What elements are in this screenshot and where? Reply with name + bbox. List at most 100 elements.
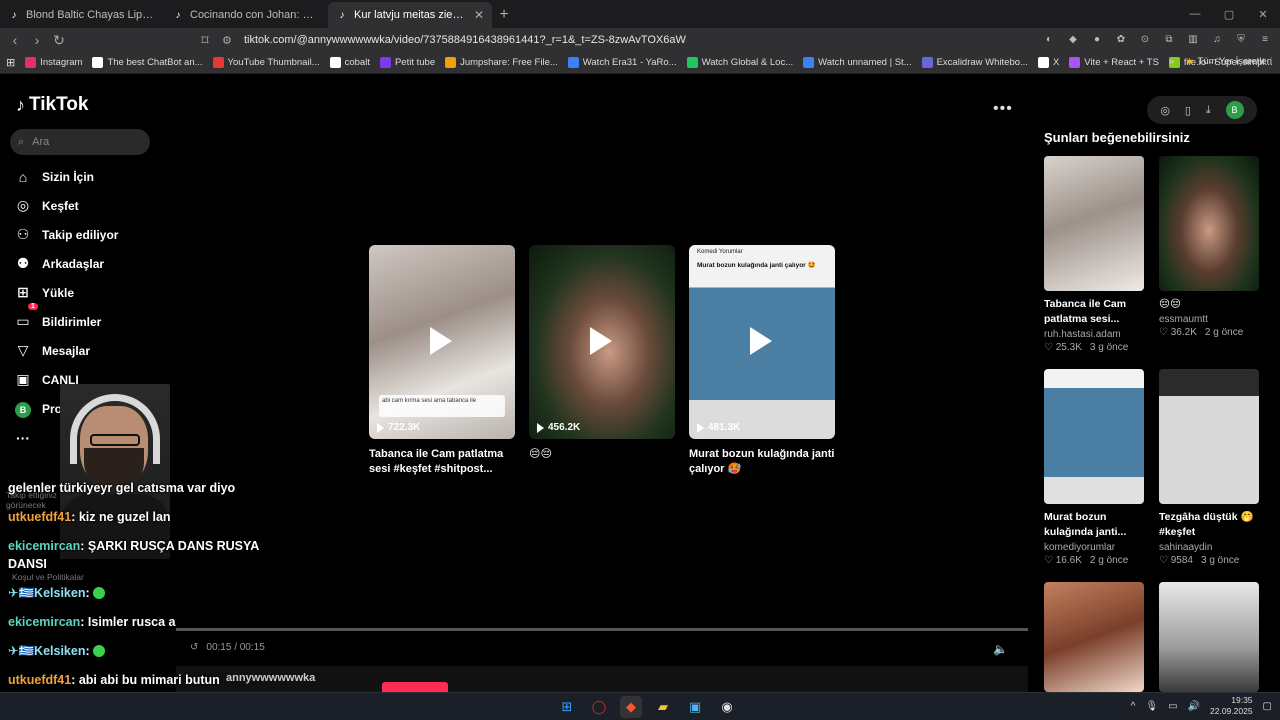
bookmark[interactable]: The best ChatBot an... — [92, 57, 203, 68]
browser-tab-active[interactable]: ♪ Kur latvju meitas zied #pex #pex ✕ — [328, 2, 492, 28]
recommended-title: Tezgâha düştük 🤭 #keşfet — [1159, 511, 1254, 538]
maximize-button[interactable]: ▢ — [1212, 0, 1246, 28]
bookmark[interactable]: Watch Era31 - YaRo... — [567, 57, 677, 68]
bookmark[interactable]: Petit tube — [379, 57, 435, 68]
site-info-icon[interactable]: ⚙ — [222, 34, 238, 47]
address-bar[interactable]: ⚙ tiktok.com/@annywwwwwwka/video/7375884… — [222, 30, 942, 50]
sidebar-icon[interactable]: ▥ — [1184, 30, 1202, 48]
wallet-icon[interactable]: ⛨ — [1232, 30, 1250, 48]
recommended-user[interactable]: sahinaaydin — [1159, 542, 1259, 553]
follow-button[interactable] — [382, 682, 448, 692]
video-progress-bar[interactable] — [176, 628, 1028, 631]
recommended-user[interactable]: komediyorumlar — [1044, 542, 1144, 553]
sidebar-item-friends[interactable]: ⚉ Arkadaşlar — [14, 249, 118, 278]
video-title[interactable]: Murat bozun kulağında janti çalıyor 🥵 — [689, 447, 835, 477]
bookmark[interactable]: Watch unnamed | St... — [803, 57, 912, 68]
recommended-video[interactable] — [1044, 582, 1144, 692]
recommended-user[interactable]: ruh.hastasi.adam — [1044, 329, 1144, 340]
minimize-button[interactable]: — — [1178, 0, 1212, 28]
view-count-text: 722.3K — [388, 422, 421, 433]
close-tab-icon[interactable]: ✕ — [474, 8, 484, 22]
notification-icon[interactable]: ▢ — [1263, 701, 1272, 712]
close-window-button[interactable]: ✕ — [1246, 0, 1280, 28]
video-thumbnail[interactable]: Komedi Yorumlar Murat bozun kulağında ja… — [689, 245, 835, 439]
music-icon[interactable]: ♫ — [1208, 30, 1226, 48]
recommended-thumbnail[interactable] — [1044, 156, 1144, 291]
volume-icon[interactable]: 🔊 — [1188, 701, 1200, 712]
bookmark[interactable]: cobalt — [329, 57, 370, 68]
desktop-app-icon[interactable]: ▣ — [684, 696, 706, 718]
back-button[interactable]: ‹ — [4, 29, 26, 51]
chevron-up-icon[interactable]: ^ — [1131, 701, 1136, 712]
tiktok-logo[interactable]: ♪ TikTok — [16, 94, 88, 116]
search-input[interactable]: ⌕ Ara — [10, 129, 150, 155]
windows-start-icon[interactable]: ⊞ — [556, 696, 578, 718]
recommended-thumbnail[interactable] — [1159, 582, 1259, 692]
bookmark[interactable]: X — [1037, 57, 1059, 68]
more-bookmarks-icon[interactable]: » — [1169, 56, 1174, 67]
system-tray: ^ 🎙 ▭ 🔊 19:35 22.09.2025 ▢ — [1131, 695, 1272, 717]
new-tab-button[interactable]: + — [492, 2, 516, 28]
sidebar-item-following[interactable]: ⚇ Takip ediliyor — [14, 220, 119, 249]
video-title[interactable]: Tabanca ile Cam patlatma sesi #keşfet #s… — [369, 447, 515, 477]
bookmark[interactable]: Excalidraw Whitebo... — [921, 57, 1028, 68]
bookmark[interactable]: YouTube Thumbnail... — [212, 57, 320, 68]
play-icon[interactable] — [750, 327, 772, 355]
bookmark[interactable]: Watch Global & Loc... — [686, 57, 793, 68]
recommended-thumbnail[interactable] — [1159, 369, 1259, 504]
phone-icon[interactable]: ▯ — [1185, 104, 1191, 117]
brave-browser-icon[interactable]: ◆ — [620, 696, 642, 718]
reload-button[interactable]: ↻ — [48, 29, 70, 51]
sidebar-item-messages[interactable]: ▽ Mesajlar — [14, 336, 118, 365]
browser-tab[interactable]: ♪ Cocinando con Johan: Recetas para — [164, 2, 328, 28]
all-bookmarks-folder[interactable]: ▰ Tüm Yer İşaretleri — [1186, 56, 1272, 67]
recommended-video[interactable] — [1159, 582, 1259, 692]
extension-icon[interactable]: ✿ — [1112, 30, 1130, 48]
play-icon[interactable] — [430, 327, 452, 355]
browser-tab[interactable]: ♪ Blond Baltic Chayas Lip Sync Glamour — [0, 2, 164, 28]
bookmark[interactable]: Instagram — [25, 57, 82, 68]
recommended-thumbnail[interactable] — [1044, 369, 1144, 504]
recommended-video[interactable]: 😔😔 essmaumtt ♡ 36.2K 2 g önce — [1159, 156, 1259, 338]
bookmark-page-icon[interactable]: ⌑ — [194, 29, 216, 51]
sidebar-item-notifications[interactable]: ▭ 1 Bildirimler — [14, 303, 118, 336]
display-icon[interactable]: ▭ — [1168, 701, 1177, 712]
recommended-thumbnail[interactable] — [1159, 156, 1259, 291]
recommended-thumbnail[interactable] — [1044, 582, 1144, 692]
apps-icon[interactable]: ⊞ — [6, 56, 15, 69]
sidebar-item-explore[interactable]: ◎ Keşfet — [14, 191, 118, 220]
extension-icon[interactable]: ◐ — [1040, 30, 1058, 48]
bookmark[interactable]: Jumpshare: Free File... — [445, 57, 558, 68]
video-thumbnail[interactable]: 456.2K — [529, 245, 675, 439]
play-icon[interactable] — [590, 327, 612, 355]
extension-icon[interactable]: ⊙ — [1136, 30, 1154, 48]
recommended-video[interactable]: Tabanca ile Cam patlatma sesi... ruh.has… — [1044, 156, 1144, 353]
microphone-icon[interactable]: 🎙 — [1145, 701, 1158, 712]
avatar[interactable]: B — [1225, 101, 1244, 119]
forward-button[interactable]: › — [26, 29, 48, 51]
video-thumbnail[interactable]: abi cam kırma sesi ama tabanca ile 722.3… — [369, 245, 515, 439]
recommended-video[interactable]: Murat bozun kulağında janti... komediyor… — [1044, 369, 1144, 566]
obs-icon[interactable]: ◉ — [716, 696, 738, 718]
video-card[interactable]: Komedi Yorumlar Murat bozun kulağında ja… — [689, 245, 835, 477]
video-title[interactable]: 😔😔 — [529, 447, 675, 462]
message-icon: ▽ — [17, 342, 29, 358]
bookmark[interactable]: Vite + React + TS — [1069, 57, 1159, 68]
extension-icon[interactable]: ◆ — [1064, 30, 1082, 48]
clock-time: 19:35 — [1231, 695, 1253, 705]
video-card[interactable]: 456.2K 😔😔 — [529, 245, 675, 477]
file-explorer-icon[interactable]: ▰ — [652, 696, 674, 718]
compass-icon[interactable]: ◎ — [1160, 104, 1170, 117]
system-clock[interactable]: 19:35 22.09.2025 — [1210, 695, 1253, 717]
extensions-icon[interactable]: ⧉ — [1160, 30, 1178, 48]
extension-icon[interactable]: ● — [1088, 30, 1106, 48]
video-card[interactable]: abi cam kırma sesi ama tabanca ile 722.3… — [369, 245, 515, 477]
opera-icon[interactable]: ◯ — [588, 696, 610, 718]
sidebar-item-for-you[interactable]: ⌂ Sizin İçin — [14, 162, 118, 191]
volume-icon[interactable]: 🔈 — [993, 642, 1008, 656]
download-icon[interactable]: ⤓ — [1206, 104, 1211, 117]
more-options-icon[interactable]: ••• — [993, 100, 1013, 118]
recommended-video[interactable]: Tezgâha düştük 🤭 #keşfet sahinaaydin ♡ 9… — [1159, 369, 1259, 566]
menu-icon[interactable]: ≡ — [1256, 30, 1274, 48]
recommended-user[interactable]: essmaumtt — [1159, 314, 1259, 325]
